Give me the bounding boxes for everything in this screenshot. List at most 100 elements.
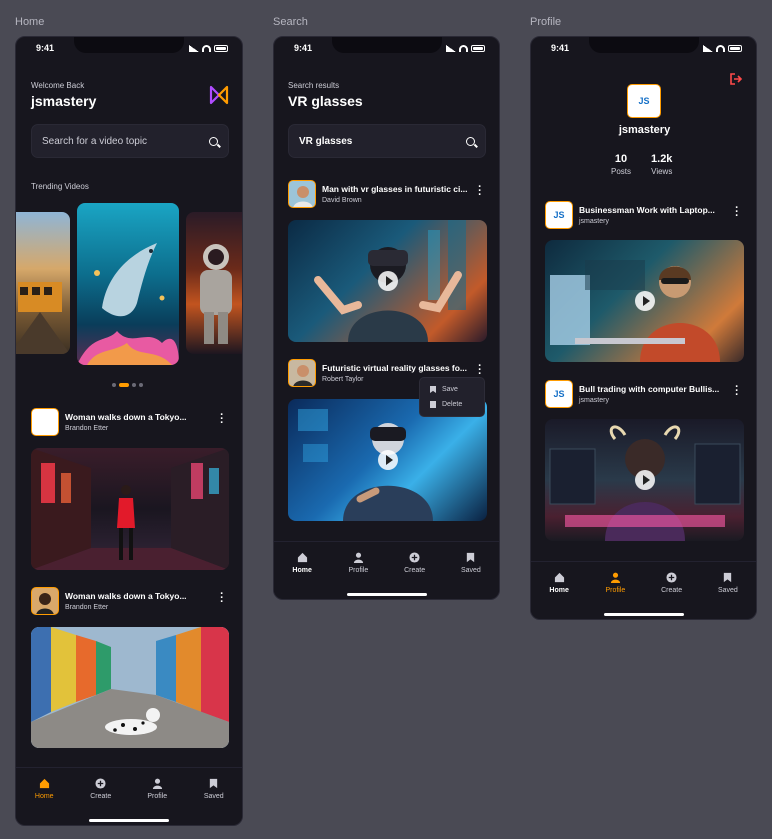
menu-item-delete[interactable]: Delete — [420, 397, 484, 412]
tab-label: Saved — [203, 793, 224, 800]
more-options-icon[interactable]: · · · — [220, 589, 224, 608]
tab-create[interactable]: Create — [390, 552, 440, 593]
video-thumbnail[interactable] — [545, 240, 744, 362]
status-time: 9:41 — [36, 43, 55, 53]
video-card-header[interactable]: Woman walks down a Tokyo... Brandon Ette… — [31, 408, 211, 436]
tab-home[interactable]: Home — [277, 552, 327, 593]
wifi-icon — [716, 44, 725, 52]
frame-label-search: Search — [273, 16, 308, 28]
tab-saved[interactable]: Saved — [703, 572, 753, 613]
tab-label: Saved — [717, 587, 738, 594]
create-icon — [409, 552, 420, 563]
status-time: 9:41 — [294, 43, 313, 53]
tab-label: Create — [90, 793, 112, 800]
search-screen: 9:41 Search results VR glasses VR glasse… — [273, 36, 500, 600]
more-options-icon[interactable]: · · · — [478, 361, 482, 380]
battery-icon — [728, 44, 742, 52]
video-card-header[interactable]: Woman walks down a Tokyo... Brandon Ette… — [31, 587, 211, 615]
more-options-icon[interactable]: · · · — [735, 382, 739, 401]
video-thumbnail[interactable] — [545, 419, 744, 541]
stat-label: Posts — [611, 167, 632, 176]
play-icon[interactable] — [377, 450, 398, 470]
search-icon[interactable] — [209, 136, 218, 146]
stat-value: 1.2k — [651, 153, 673, 165]
stat-value: 10 — [614, 153, 628, 165]
video-creator: Brandon Etter — [65, 604, 109, 611]
video-card-header[interactable]: Man with vr glasses in futuristic ci... … — [288, 180, 472, 208]
tab-profile[interactable]: Profile — [333, 552, 383, 593]
tab-saved[interactable]: Saved — [446, 552, 496, 593]
trending-card-astronaut[interactable] — [186, 212, 242, 354]
video-title: Man with vr glasses in futuristic ci... — [322, 184, 468, 194]
tab-create[interactable]: Create — [76, 778, 126, 819]
signal-icon — [189, 44, 199, 52]
logo-text: JS — [638, 96, 650, 106]
signal-icon — [703, 44, 713, 52]
profile-icon — [353, 552, 363, 563]
video-title: Woman walks down a Tokyo... — [65, 412, 187, 422]
bookmark-icon — [724, 572, 732, 583]
tab-create[interactable]: Create — [647, 572, 697, 613]
video-title: Bull trading with computer Bullis... — [579, 384, 720, 394]
video-thumbnail[interactable] — [31, 448, 229, 570]
search-query-title: VR glasses — [288, 93, 363, 109]
home-indicator — [89, 819, 169, 822]
username-title: jsmastery — [31, 93, 97, 109]
tab-home[interactable]: Home — [534, 572, 584, 613]
more-options-icon[interactable]: · · · — [478, 182, 482, 201]
carousel-indicator — [112, 383, 143, 387]
video-creator: Brandon Etter — [65, 425, 109, 432]
logo-text: JS — [553, 210, 565, 220]
create-icon — [95, 778, 106, 789]
profile-username: jsmastery — [618, 124, 671, 136]
trending-card-train[interactable] — [16, 212, 70, 354]
app-logo-icon — [209, 85, 229, 105]
video-title: Businessman Work with Laptop... — [579, 205, 715, 215]
trending-label: Trending Videos — [31, 182, 89, 191]
tab-profile[interactable]: Profile — [590, 572, 640, 613]
avatar — [288, 359, 316, 387]
tab-label: Profile — [147, 793, 168, 800]
menu-save-label: Save — [442, 386, 458, 393]
battery-icon — [471, 44, 485, 52]
video-card-header[interactable]: JS Businessman Work with Laptop... jsmas… — [545, 201, 729, 229]
tab-profile[interactable]: Profile — [132, 778, 182, 819]
create-icon — [666, 572, 677, 583]
logo-text: JS — [553, 389, 565, 399]
tab-label: Create — [661, 587, 683, 594]
video-thumbnail[interactable] — [288, 220, 487, 342]
play-icon[interactable] — [377, 271, 398, 291]
play-icon[interactable] — [634, 291, 655, 311]
search-input[interactable]: Search for a video topic — [31, 124, 229, 158]
logout-icon[interactable] — [729, 72, 743, 86]
play-icon[interactable] — [634, 470, 655, 490]
trending-card-dolphin[interactable] — [77, 203, 179, 365]
tab-label: Home — [34, 793, 54, 800]
tab-bar: Home Profile Create Saved — [274, 541, 499, 593]
video-thumbnail[interactable] — [31, 627, 229, 748]
search-input[interactable]: VR glasses — [288, 124, 486, 158]
more-options-icon[interactable]: · · · — [735, 203, 739, 222]
menu-item-save[interactable]: Save — [420, 382, 484, 397]
tab-bar: Home Profile Create Saved — [531, 561, 756, 613]
signal-icon — [446, 44, 456, 52]
status-bar: 9:41 — [531, 37, 756, 59]
wifi-icon — [202, 44, 211, 52]
profile-icon — [610, 572, 620, 583]
video-options-menu: Save Delete — [419, 377, 485, 417]
tab-home[interactable]: Home — [19, 778, 69, 819]
stat-posts: 10 Posts — [611, 153, 631, 176]
tab-label: Saved — [460, 567, 481, 574]
video-card-header[interactable]: JS Bull trading with computer Bullis... … — [545, 380, 729, 408]
bookmark-icon — [430, 386, 436, 393]
tab-saved[interactable]: Saved — [189, 778, 239, 819]
tab-label: Profile — [348, 567, 369, 574]
search-icon[interactable] — [466, 136, 475, 146]
frame-label-home: Home — [15, 16, 45, 28]
search-placeholder: Search for a video topic — [42, 135, 148, 147]
video-thumbnail[interactable] — [288, 399, 487, 521]
profile-avatar: JS — [627, 84, 661, 118]
profile-icon — [152, 778, 162, 789]
more-options-icon[interactable]: · · · — [220, 410, 224, 429]
tab-label: Create — [404, 567, 426, 574]
